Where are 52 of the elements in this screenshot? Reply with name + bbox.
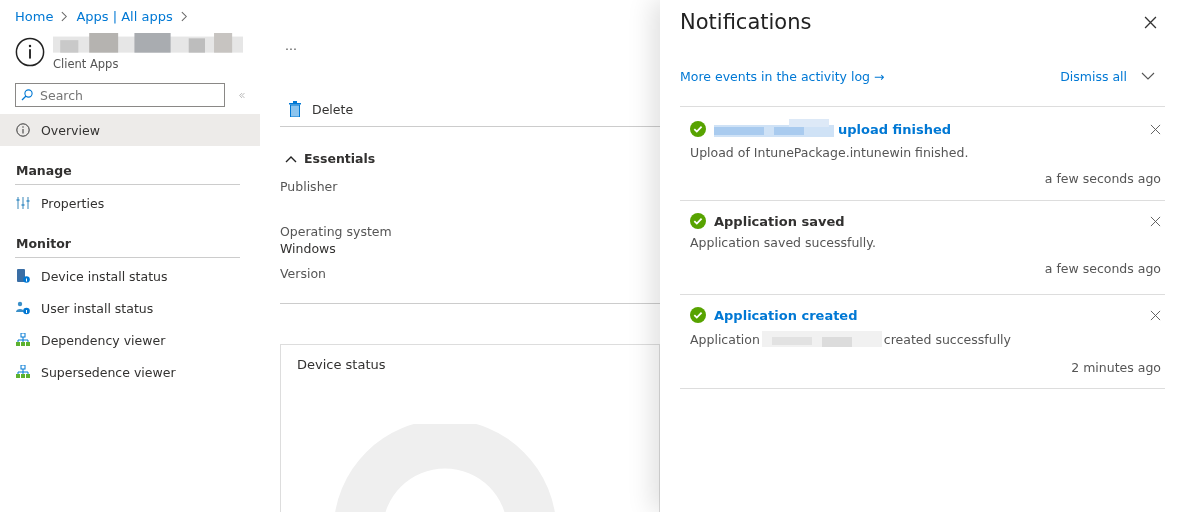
search-field[interactable]: Search	[15, 83, 225, 107]
field-label: Operating system	[280, 224, 393, 239]
nav-item[interactable]: Properties	[0, 187, 260, 219]
user-info-icon	[16, 301, 30, 315]
close-icon[interactable]	[1150, 309, 1161, 321]
success-check-icon	[690, 213, 706, 229]
more-button[interactable]: ...	[285, 38, 297, 53]
hierarchy-icon	[16, 365, 30, 379]
trash-icon	[289, 101, 301, 117]
panel-title: Notifications	[680, 10, 812, 34]
notification-title[interactable]: upload finished	[838, 121, 1142, 137]
nav-item[interactable]: Supersedence viewer	[0, 356, 260, 388]
field-value: Windows	[280, 241, 337, 256]
device-info-icon	[16, 269, 30, 283]
nav-item[interactable]: User install status	[0, 292, 260, 324]
info-icon	[15, 37, 45, 67]
nav-item[interactable]: Device install status	[0, 260, 260, 292]
field-label: Publisher	[280, 179, 339, 194]
notification-title: Application saved	[714, 213, 846, 229]
close-icon[interactable]	[1144, 15, 1157, 29]
close-icon[interactable]	[1150, 123, 1161, 135]
card-title: Device status	[297, 357, 386, 372]
timestamp: a few seconds ago	[1043, 171, 1161, 186]
field-label: Version	[280, 266, 327, 281]
section-heading: Manage	[15, 162, 73, 180]
nav-item[interactable]: Dependency viewer	[0, 324, 260, 356]
success-check-icon	[690, 121, 706, 137]
notification-message: Upload of IntunePackage.intunewin finished.	[690, 145, 969, 160]
timestamp: a few seconds ago	[1043, 261, 1161, 276]
breadcrumb-link[interactable]: Apps | All apps	[76, 9, 173, 24]
dismiss-all-button[interactable]: Dismiss all	[1060, 68, 1127, 84]
essentials-toggle[interactable]: Essentials	[280, 151, 376, 166]
chevron-right-icon	[180, 11, 188, 22]
success-check-icon	[690, 307, 706, 323]
activity-log-link[interactable]: More events in the activity log →	[680, 68, 1061, 84]
chevron-right-icon	[61, 11, 69, 22]
subtitle: Client Apps	[53, 57, 120, 71]
close-icon[interactable]	[1150, 215, 1161, 227]
notification-title[interactable]: Application created	[714, 307, 1142, 323]
notification-message: created successfully	[883, 331, 1011, 347]
delete-button[interactable]: Delete	[280, 97, 354, 121]
sliders-icon	[16, 196, 30, 210]
hierarchy-icon	[16, 333, 30, 347]
notification-message: Application saved sucessfully.	[690, 235, 876, 250]
breadcrumb-link[interactable]: Home	[15, 9, 54, 24]
chevron-down-icon[interactable]	[1141, 72, 1155, 80]
info-icon	[16, 123, 30, 137]
nav-item[interactable]: Overview	[0, 114, 260, 146]
section-heading: Monitor	[15, 235, 72, 253]
timestamp: 2 minutes ago	[1070, 360, 1161, 375]
notification-message: Application	[690, 331, 760, 347]
chevron-icon	[285, 154, 297, 163]
